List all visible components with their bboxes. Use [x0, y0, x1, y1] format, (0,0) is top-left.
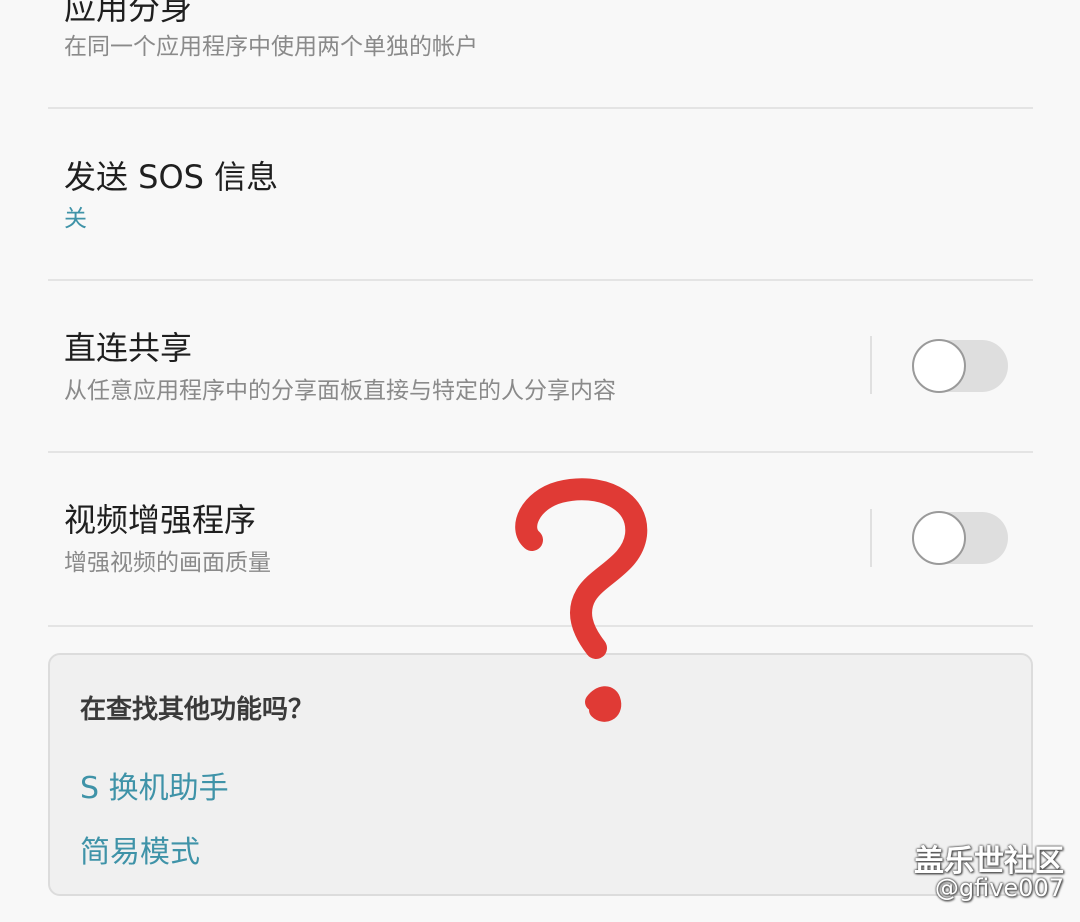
toggle-knob	[912, 339, 966, 393]
setting-direct-share-title: 直连共享	[64, 329, 193, 367]
setting-dual-app-title: 应用分身	[64, 0, 193, 27]
setting-send-sos[interactable]: 发送 SOS 信息 关	[48, 109, 1033, 281]
question-mark-annotation	[515, 478, 648, 722]
toggle-knob	[912, 511, 966, 565]
setting-dual-app-subtitle: 在同一个应用程序中使用两个单独的帐户	[64, 34, 478, 60]
setting-send-sos-title: 发送 SOS 信息	[64, 158, 279, 196]
toggle-divider	[870, 509, 872, 567]
setting-video-enhancer-title: 视频增强程序	[64, 501, 257, 539]
question-mark-dot	[585, 686, 622, 722]
video-enhancer-toggle[interactable]	[912, 511, 1008, 565]
setting-send-sos-status: 关	[64, 206, 87, 232]
question-mark-stroke	[515, 478, 648, 659]
toggle-divider	[870, 336, 872, 394]
setting-dual-app[interactable]: 应用分身 在同一个应用程序中使用两个单独的帐户	[48, 0, 1033, 109]
setting-video-enhancer-subtitle: 增强视频的画面质量	[64, 550, 271, 576]
suggestion-card-title: 在查找其他功能吗？	[80, 695, 315, 725]
link-easy-mode[interactable]: 简易模式	[80, 827, 200, 871]
link-smart-switch[interactable]: S 换机助手	[80, 763, 229, 807]
setting-direct-share[interactable]: 直连共享 从任意应用程序中的分享面板直接与特定的人分享内容	[48, 281, 1033, 453]
setting-direct-share-subtitle: 从任意应用程序中的分享面板直接与特定的人分享内容	[64, 378, 616, 404]
direct-share-toggle[interactable]	[912, 339, 1008, 393]
watermark-user: @gfive007	[934, 874, 1064, 902]
